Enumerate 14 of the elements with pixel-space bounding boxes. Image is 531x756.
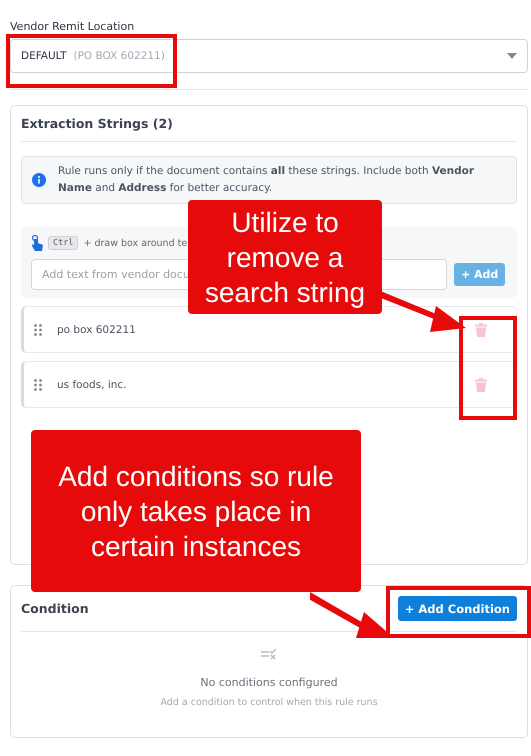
string-text: po box 602211 xyxy=(57,324,136,336)
empty-title: No conditions configured xyxy=(200,676,338,689)
empty-hint: Add a condition to control when this rule runs xyxy=(160,697,378,708)
capture-hint: + draw box around te xyxy=(83,238,188,248)
string-text: us foods, inc. xyxy=(57,378,127,390)
keyboard-key: Ctrl xyxy=(48,236,78,250)
section-title: Condition xyxy=(21,601,89,616)
select-value: DEFAULT xyxy=(21,50,66,62)
callout-tooltip: Utilize to remove a search string xyxy=(188,200,382,314)
section-title: Extraction Strings (2) xyxy=(21,116,174,131)
select-detail: (PO BOX 602211) xyxy=(73,50,165,62)
info-text: Rule runs only if the document contains all these strings. Include both Vendor Name and Address for better accuracy. xyxy=(58,164,476,196)
field-label: Vendor Remit Location xyxy=(10,20,136,33)
callout-tooltip: Add conditions so rule only takes place in certain instances xyxy=(31,430,361,592)
